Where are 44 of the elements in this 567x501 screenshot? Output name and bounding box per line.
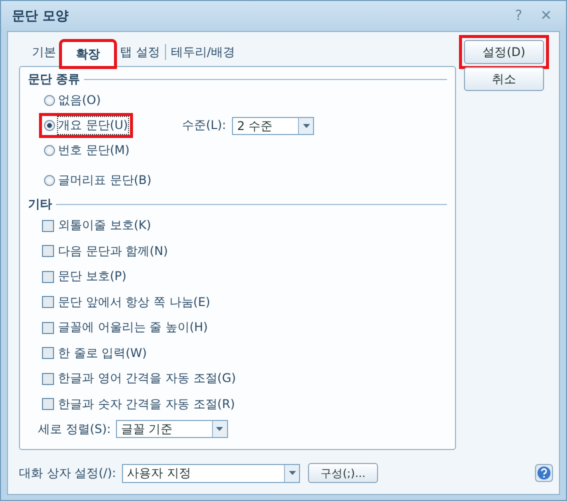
checkbox-option[interactable]: 외톨이줄 보호(K) — [42, 213, 447, 238]
vertical-align-label: 세로 정렬(S): — [38, 420, 111, 438]
checkbox-option[interactable]: 다음 문단과 함께(N) — [42, 238, 447, 264]
radio-button[interactable] — [44, 95, 55, 106]
dialog-setting-label: 대화 상자 설정(/): — [19, 464, 116, 482]
radio-option[interactable]: 글머리표 문단(B) — [42, 171, 154, 190]
level-label: 수준(L): — [182, 117, 226, 134]
checkbox-option[interactable]: 한글과 숫자 간격을 자동 조절(R) — [42, 392, 447, 417]
tab[interactable]: 탭 설정 — [115, 44, 165, 66]
tab[interactable]: 확장 — [61, 41, 115, 67]
radio-option[interactable]: 번호 문단(M) — [42, 141, 132, 160]
tab[interactable]: 테두리/배경 — [166, 44, 240, 66]
group-title: 문단 종류 — [28, 71, 80, 88]
checkbox[interactable] — [42, 322, 54, 334]
checkbox-option[interactable]: 글꼴에 어울리는 줄 높이(H) — [42, 315, 447, 340]
checkbox[interactable] — [42, 245, 54, 258]
checkbox[interactable] — [42, 296, 54, 308]
radio-button[interactable] — [44, 145, 55, 156]
help-icon[interactable] — [535, 464, 553, 482]
configure-button[interactable]: 구성(;)... — [308, 463, 378, 483]
level-dropdown[interactable]: 2 수준 — [232, 116, 314, 134]
radio-option[interactable]: 개요 문단(U) — [42, 116, 130, 135]
dropdown-arrow-icon — [302, 124, 310, 128]
checkbox-option[interactable]: 한 줄로 입력(W) — [42, 340, 447, 366]
window-title: 문단 모양 — [12, 8, 69, 25]
tab[interactable]: 기본 — [27, 44, 61, 66]
radio-button[interactable] — [44, 175, 55, 186]
dropdown-arrow-icon — [216, 427, 224, 431]
radio-option[interactable]: 없음(O) — [42, 91, 103, 110]
dropdown-arrow-icon — [288, 471, 296, 475]
vertical-align-dropdown[interactable]: 글꼴 기준 — [116, 420, 228, 438]
checkbox[interactable] — [42, 270, 54, 283]
dialog-button[interactable]: 설정(D) — [464, 40, 544, 64]
checkbox[interactable] — [42, 372, 54, 385]
checkbox[interactable] — [42, 347, 54, 360]
checkbox[interactable] — [42, 220, 54, 232]
dialog-setting-dropdown[interactable]: 사용자 지정 — [122, 464, 300, 482]
group-title: 기타 — [28, 196, 52, 213]
checkbox[interactable] — [42, 398, 54, 410]
checkbox-option[interactable]: 문단 보호(P) — [42, 264, 447, 290]
checkbox-option[interactable]: 문단 앞에서 항상 쪽 나눔(E) — [42, 290, 447, 315]
dialog-button[interactable]: 취소 — [464, 67, 544, 91]
radio-button[interactable] — [44, 120, 55, 131]
checkbox-option[interactable]: 한글과 영어 간격을 자동 조절(G) — [42, 366, 447, 392]
